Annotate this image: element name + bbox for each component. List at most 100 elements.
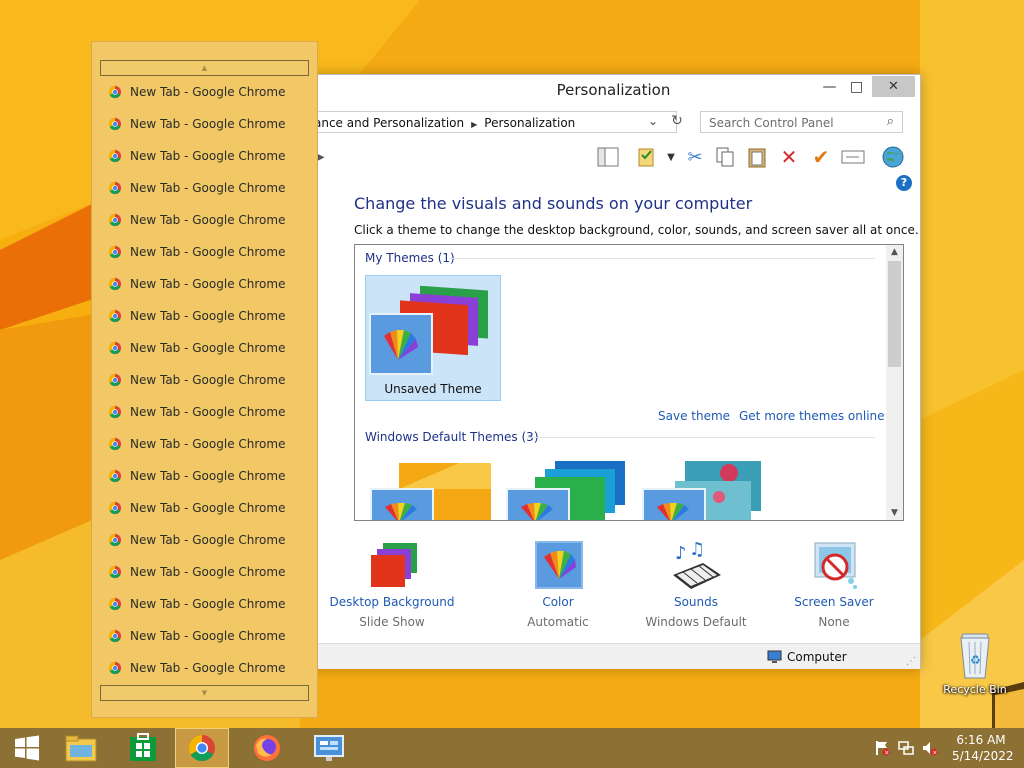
desktop-background-link[interactable]: Desktop Background xyxy=(327,595,457,609)
personalization-window[interactable]: Personalization — □ ✕ ance and Personali… xyxy=(306,74,921,669)
chrome-window-item[interactable]: New Tab - Google Chrome xyxy=(108,82,285,102)
chrome-icon xyxy=(108,309,122,323)
close-button[interactable]: ✕ xyxy=(872,76,915,97)
check-icon[interactable]: ✔ xyxy=(809,145,833,169)
chrome-window-item[interactable]: New Tab - Google Chrome xyxy=(108,146,285,166)
get-more-themes-link[interactable]: Get more themes online xyxy=(739,409,885,423)
chrome-window-item[interactable]: New Tab - Google Chrome xyxy=(108,530,285,550)
dropdown-arrow-icon[interactable]: ▼ xyxy=(659,145,683,169)
screen-saver-value: None xyxy=(818,615,850,629)
theme-item-flowers[interactable] xyxy=(641,459,767,520)
theme-item-windows[interactable] xyxy=(369,459,495,520)
chevron-down-icon[interactable]: ⌄ xyxy=(648,114,658,128)
minimize-button[interactable]: — xyxy=(816,76,843,97)
copy-icon[interactable] xyxy=(713,145,737,169)
paste-icon[interactable] xyxy=(745,145,769,169)
chrome-window-item[interactable]: New Tab - Google Chrome xyxy=(108,178,285,198)
properties-icon[interactable] xyxy=(635,145,659,169)
theme-item-lines-colors[interactable] xyxy=(505,459,631,520)
theme-item-unsaved[interactable]: Unsaved Theme xyxy=(365,275,501,401)
firefox-button[interactable] xyxy=(240,728,294,768)
color-link[interactable]: Color xyxy=(493,595,623,609)
list-scroll-down-icon[interactable]: ▼ xyxy=(100,685,309,701)
scrollbar-thumb[interactable] xyxy=(888,261,901,367)
chrome-icon xyxy=(108,629,122,643)
chrome-window-item[interactable]: New Tab - Google Chrome xyxy=(108,466,285,486)
refresh-button[interactable]: ↻ xyxy=(667,113,687,131)
svg-text:♻: ♻ xyxy=(970,653,981,667)
chrome-window-item[interactable]: New Tab - Google Chrome xyxy=(108,498,285,518)
volume-muted-icon[interactable]: × xyxy=(922,740,938,756)
network-icon[interactable] xyxy=(898,740,914,756)
chrome-icon xyxy=(108,501,122,515)
sounds-link[interactable]: Sounds xyxy=(631,595,761,609)
file-explorer-button[interactable] xyxy=(54,728,108,768)
recycle-bin[interactable]: ♻ Recycle Bin xyxy=(942,632,1008,702)
svg-text:♪: ♪ xyxy=(675,543,687,564)
desktop-background-value: Slide Show xyxy=(359,615,425,629)
list-scroll-up-icon[interactable]: ▲ xyxy=(100,60,309,76)
computer-icon xyxy=(767,650,782,663)
breadcrumb-item-personalization[interactable]: Personalization xyxy=(484,116,575,130)
layout-icon[interactable] xyxy=(596,145,620,169)
chrome-icon xyxy=(108,597,122,611)
action-center-flag-icon[interactable]: × xyxy=(874,740,890,756)
clock[interactable]: 6:16 AM 5/14/2022 xyxy=(952,732,1014,764)
chrome-icon xyxy=(108,405,122,419)
theme-flowers-preview-icon xyxy=(642,461,761,520)
chrome-icon xyxy=(108,213,122,227)
chrome-window-item[interactable]: New Tab - Google Chrome xyxy=(108,306,285,326)
chrome-window-title: New Tab - Google Chrome xyxy=(130,341,286,355)
start-button[interactable] xyxy=(0,728,54,768)
vertical-scrollbar[interactable]: ▲ ▼ xyxy=(886,245,903,520)
chrome-window-item[interactable]: New Tab - Google Chrome xyxy=(108,114,285,134)
maximize-button[interactable]: □ xyxy=(843,76,870,97)
breadcrumb-item-appearance[interactable]: ance and Personalization xyxy=(314,116,464,130)
resize-grip-icon[interactable]: ⋰ xyxy=(906,656,916,667)
theme-list[interactable]: My Themes (1) Unsaved Theme Save theme G… xyxy=(354,244,904,521)
screen-saver-link[interactable]: Screen Saver xyxy=(769,595,899,609)
chrome-window-item[interactable]: New Tab - Google Chrome xyxy=(108,562,285,582)
breadcrumb: ance and Personalization ▶ Personalization xyxy=(314,116,575,130)
sounds-value: Windows Default xyxy=(645,615,747,629)
chrome-window-item[interactable]: New Tab - Google Chrome xyxy=(108,402,285,422)
globe-icon[interactable] xyxy=(881,145,905,169)
chrome-icon xyxy=(108,373,122,387)
theme-preview-icon xyxy=(369,285,488,375)
status-bar: Computer ⋰ xyxy=(307,643,920,669)
chrome-window-item[interactable]: New Tab - Google Chrome xyxy=(108,594,285,614)
address-bar[interactable]: ance and Personalization ▶ Personalization… xyxy=(307,111,677,133)
help-icon[interactable]: ? xyxy=(896,175,912,191)
chrome-icon xyxy=(108,149,122,163)
chrome-window-item[interactable]: New Tab - Google Chrome xyxy=(108,370,285,390)
sounds-icon: ♪ ♫ xyxy=(673,541,721,589)
clock-time: 6:16 AM xyxy=(956,733,1006,747)
screen-saver-icon xyxy=(814,542,857,589)
chrome-taskbar-button[interactable] xyxy=(175,728,229,768)
scroll-up-arrow-icon[interactable]: ▲ xyxy=(886,247,903,257)
chrome-window-item[interactable]: New Tab - Google Chrome xyxy=(108,338,285,358)
scroll-down-arrow-icon[interactable]: ▼ xyxy=(886,508,903,518)
control-panel-button[interactable] xyxy=(302,728,356,768)
chrome-window-title: New Tab - Google Chrome xyxy=(130,309,286,323)
taskbar: × × 6:16 AM 5/14/2022 xyxy=(0,728,1024,768)
rename-icon[interactable] xyxy=(841,145,865,169)
delete-icon[interactable]: ✕ xyxy=(777,145,801,169)
chrome-icon xyxy=(108,533,122,547)
chrome-window-item[interactable]: New Tab - Google Chrome xyxy=(108,274,285,294)
store-button[interactable] xyxy=(116,728,170,768)
my-themes-label: My Themes (1) xyxy=(365,251,455,265)
chrome-icon xyxy=(108,277,122,291)
chrome-window-item[interactable]: New Tab - Google Chrome xyxy=(108,242,285,262)
chrome-window-item[interactable]: New Tab - Google Chrome xyxy=(108,626,285,646)
save-theme-link[interactable]: Save theme xyxy=(658,409,730,423)
cut-icon[interactable]: ✂ xyxy=(683,145,707,169)
title-bar[interactable]: Personalization — □ ✕ xyxy=(307,75,920,105)
chrome-window-item[interactable]: New Tab - Google Chrome xyxy=(108,434,285,454)
search-icon[interactable]: ⌕ xyxy=(887,114,894,129)
chrome-window-list[interactable]: ▲ New Tab - Google Chrome New Tab - Googl… xyxy=(91,41,318,718)
chevron-right-icon[interactable]: ▶ xyxy=(471,120,477,129)
search-input[interactable]: Search Control Panel ⌕ xyxy=(700,111,903,133)
chrome-window-item[interactable]: New Tab - Google Chrome xyxy=(108,658,285,678)
chrome-window-item[interactable]: New Tab - Google Chrome xyxy=(108,210,285,230)
